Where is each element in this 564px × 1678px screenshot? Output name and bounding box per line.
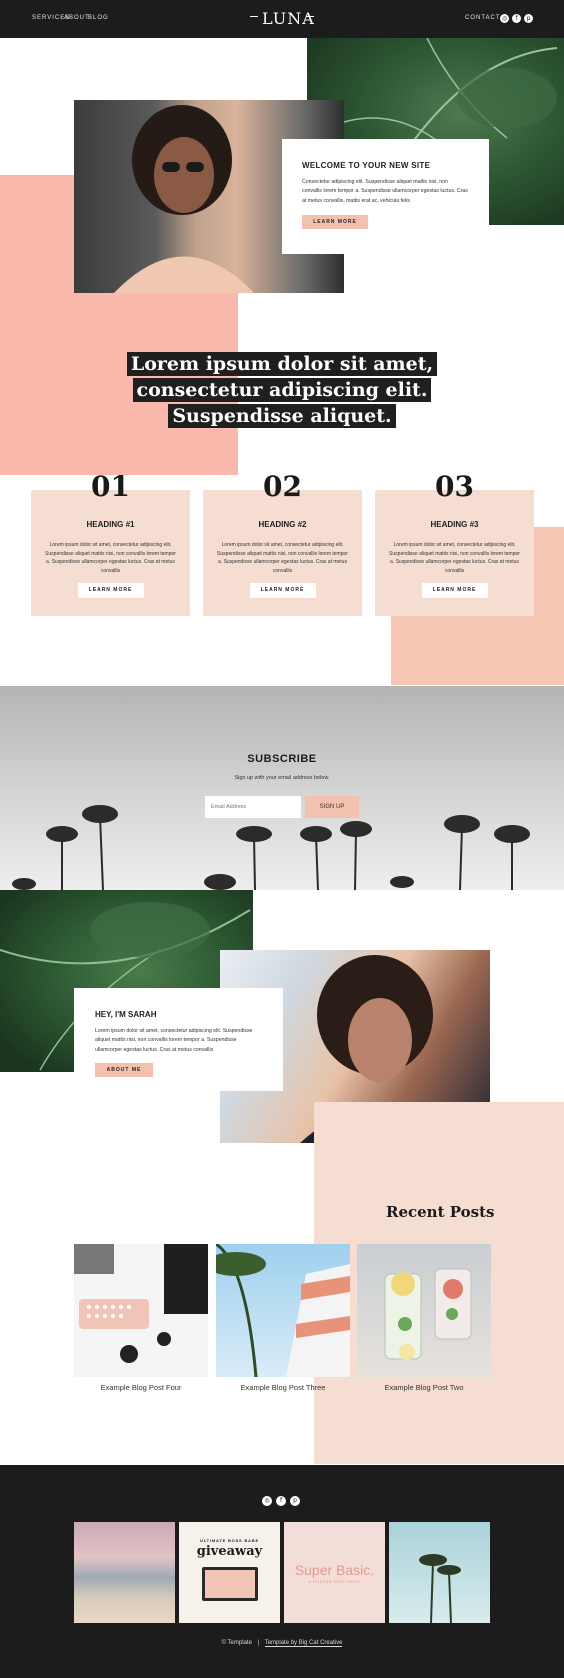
- nav-contact[interactable]: CONTACT: [465, 15, 501, 21]
- instagram-tile-super-basic[interactable]: Super Basic. A MODERN SANS SERIF: [284, 1522, 385, 1623]
- about-me-button[interactable]: ABOUT ME: [95, 1063, 153, 1078]
- feature-learn-more-button[interactable]: LEARN MORE: [421, 583, 488, 599]
- feature-number: 02: [263, 470, 302, 503]
- blog-post-card-3[interactable]: Example Blog Post Two: [357, 1244, 491, 1392]
- pinterest-icon[interactable]: p: [524, 14, 533, 23]
- blog-post-image[interactable]: [74, 1244, 208, 1377]
- template-credit-link[interactable]: Template by Big Cat Creative: [264, 1640, 343, 1647]
- feature-heading: HEADING #2: [258, 520, 307, 529]
- credit-separator: |: [257, 1640, 260, 1646]
- subscribe-section: [0, 686, 564, 890]
- instagram-tile-palms[interactable]: [389, 1522, 490, 1623]
- about-title: HEY, I'M SARAH: [95, 1010, 157, 1019]
- feature-text: Lorem ipsum dolor sit amet, consectetur …: [389, 542, 520, 574]
- feature-heading: HEADING #1: [86, 520, 135, 529]
- footer-credit: © Template | Template by Big Cat Creativ…: [0, 1640, 564, 1647]
- welcome-title: WELCOME TO YOUR NEW SITE: [302, 161, 431, 170]
- feature-number: 01: [91, 470, 130, 503]
- feature-heading: HEADING #3: [430, 520, 479, 529]
- facebook-icon[interactable]: f: [276, 1496, 286, 1506]
- site-logo[interactable]: LUNA: [262, 9, 315, 28]
- feature-card-2: HEADING #2 Lorem ipsum dolor sit amet, c…: [203, 490, 362, 616]
- instagram-icon[interactable]: ◎: [262, 1496, 272, 1506]
- welcome-card: WELCOME TO YOUR NEW SITE Consectetur adi…: [282, 139, 489, 254]
- nav-about[interactable]: ABOUT: [64, 15, 90, 21]
- hero-headline: Lorem ipsum dolor sit amet, consectetur …: [0, 352, 564, 430]
- giveaway-text: giveaway: [196, 1544, 263, 1559]
- palm-illustration: [419, 1554, 461, 1623]
- palm-trees-illustration: [12, 805, 530, 890]
- instagram-icon[interactable]: ◎: [500, 14, 509, 23]
- blog-post-title[interactable]: Example Blog Post Four: [74, 1383, 208, 1392]
- blog-post-card-1[interactable]: Example Blog Post Four: [74, 1244, 208, 1392]
- instagram-tile-beach[interactable]: [74, 1522, 175, 1623]
- subscribe-subtitle: Sign up with your email address below.: [234, 775, 330, 781]
- about-text: Lorem ipsum dolor sit amet, consectetur …: [95, 1028, 253, 1053]
- giveaway-small-text: ULTIMATE BOSS BABE: [200, 1538, 259, 1543]
- logo-left-decoration: [250, 16, 258, 17]
- nav-blog[interactable]: BLOG: [88, 15, 109, 21]
- pastel-building-illustration: [216, 1244, 350, 1377]
- copyright-text: © Template: [221, 1640, 252, 1646]
- headline-line-1: Lorem ipsum dolor sit amet,: [126, 352, 438, 376]
- feature-card-1: HEADING #1 Lorem ipsum dolor sit amet, c…: [31, 490, 190, 616]
- super-basic-text: Super Basic.: [294, 1562, 375, 1578]
- email-field[interactable]: [205, 796, 301, 818]
- about-card: HEY, I'M SARAH Lorem ipsum dolor sit ame…: [74, 988, 283, 1091]
- recent-posts-title: Recent Posts: [386, 1203, 495, 1221]
- blog-post-image[interactable]: [357, 1244, 491, 1377]
- feature-learn-more-button[interactable]: LEARN MORE: [249, 583, 316, 599]
- headline-line-3: Suspendisse aliquet.: [168, 404, 396, 428]
- super-basic-small-text: A MODERN SANS SERIF: [308, 1580, 361, 1584]
- headline-line-2: consectetur adipiscing elit.: [132, 378, 432, 402]
- feature-card-3: HEADING #3 Lorem ipsum dolor sit amet, c…: [375, 490, 534, 616]
- feature-learn-more-button[interactable]: LEARN MORE: [77, 583, 144, 599]
- feature-text: Lorem ipsum dolor sit amet, consectetur …: [217, 542, 348, 574]
- pinterest-icon[interactable]: p: [290, 1496, 300, 1506]
- subscribe-title: SUBSCRIBE: [247, 753, 317, 765]
- logo-right-decoration: [306, 16, 314, 17]
- blog-post-title[interactable]: Example Blog Post Three: [216, 1383, 350, 1392]
- laptop-icon: [201, 1567, 258, 1601]
- welcome-text: Consectetur adipiscing elit. Suspendisse…: [302, 179, 468, 204]
- feature-text: Lorem ipsum dolor sit amet, consectetur …: [45, 542, 176, 574]
- drinks-illustration: [384, 1268, 472, 1360]
- facebook-icon[interactable]: f: [512, 14, 521, 23]
- blog-post-title[interactable]: Example Blog Post Two: [357, 1383, 491, 1392]
- blog-post-image[interactable]: [216, 1244, 350, 1377]
- desk-flatlay-illustration: [74, 1244, 208, 1363]
- instagram-tile-giveaway[interactable]: ULTIMATE BOSS BABE giveaway: [179, 1522, 280, 1623]
- welcome-learn-more-button[interactable]: LEARN MORE: [302, 215, 368, 230]
- blog-post-card-2[interactable]: Example Blog Post Three: [216, 1244, 350, 1392]
- feature-number: 03: [435, 470, 474, 503]
- sign-up-button[interactable]: SIGN UP: [305, 796, 359, 818]
